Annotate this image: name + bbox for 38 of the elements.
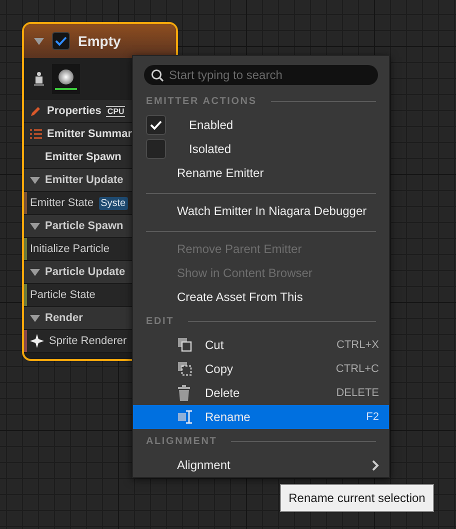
menu-item[interactable]: Delete DELETE [133, 381, 389, 405]
rename-icon [177, 409, 195, 425]
collapse-triangle-icon[interactable] [30, 222, 40, 230]
person-icon [34, 72, 44, 86]
module-label: Emitter State [30, 197, 94, 209]
section-heading: ALIGNMENT [146, 436, 218, 446]
list-icon [30, 129, 42, 139]
menu-item[interactable]: Alignment [133, 453, 389, 477]
checkbox[interactable] [52, 32, 70, 50]
row-label[interactable]: Properties [47, 105, 102, 117]
tooltip: Rename current selection [280, 484, 434, 512]
search-field[interactable]: Start typing to search [144, 65, 378, 85]
menu-item[interactable]: Rename F2 [133, 405, 389, 429]
checkbox[interactable] [146, 115, 166, 135]
copy-icon [177, 361, 193, 377]
sparkle-icon [30, 334, 44, 348]
module-label: Particle State [30, 289, 96, 301]
module-label: Initialize Particle [30, 243, 110, 255]
collapse-triangle-icon[interactable] [30, 268, 40, 276]
collapse-triangle-icon[interactable] [34, 38, 44, 44]
cut-icon [177, 337, 193, 353]
namespace-badge: Syste [98, 196, 128, 210]
pencil-icon [30, 105, 42, 117]
checkbox[interactable] [146, 139, 166, 159]
checkmark-icon [55, 36, 67, 46]
chevron-right-icon [372, 460, 379, 470]
sphere-icon [58, 68, 74, 84]
node-title: Empty [78, 33, 121, 49]
checkmark-icon [150, 120, 162, 130]
collapse-triangle-icon[interactable] [30, 176, 40, 184]
section-heading: EDIT [146, 316, 174, 326]
search-icon [151, 69, 164, 82]
trash-icon [177, 385, 191, 401]
cpu-badge: CPU [106, 106, 126, 116]
section-header[interactable]: Render [45, 312, 83, 324]
collapse-triangle-icon[interactable] [30, 314, 40, 322]
module-label: Sprite Renderer [49, 335, 127, 347]
emitter-thumbnail[interactable] [52, 64, 80, 94]
